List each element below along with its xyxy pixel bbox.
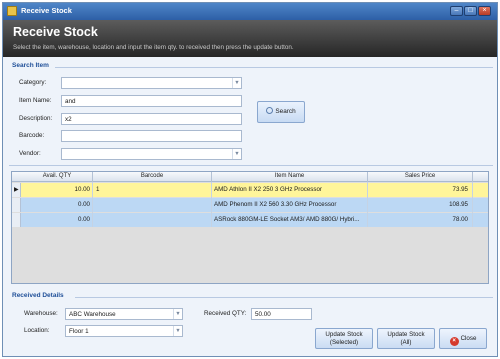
cell-item-name: AMD Phenom II X2 560 3.30 GHz Processor bbox=[214, 201, 337, 208]
item-name-label: Item Name: bbox=[19, 97, 52, 104]
column-gridline bbox=[211, 182, 212, 227]
column-separator bbox=[472, 172, 473, 182]
cell-price: 78.00 bbox=[452, 216, 468, 223]
category-label: Category: bbox=[19, 79, 47, 86]
received-divider bbox=[75, 297, 493, 298]
vendor-label: Vendor: bbox=[19, 150, 41, 157]
column-header-sales-price[interactable]: Sales Price bbox=[368, 173, 472, 179]
grid-header: Avail. QTY Barcode Item Name Sales Price bbox=[12, 172, 488, 182]
cell-qty: 0.00 bbox=[77, 216, 90, 223]
cell-barcode: 1 bbox=[96, 186, 100, 193]
update-all-sublabel: (All) bbox=[400, 338, 412, 346]
location-combo[interactable]: Floor 1 ▼ bbox=[65, 325, 183, 337]
page-title: Receive Stock bbox=[13, 25, 98, 39]
title-bar: Receive Stock – □ × bbox=[3, 3, 497, 20]
update-stock-all-button[interactable]: Update Stock (All) bbox=[377, 328, 435, 349]
row-indicator bbox=[12, 198, 21, 212]
search-divider bbox=[55, 67, 493, 68]
vendor-combo[interactable]: ▼ bbox=[61, 148, 242, 160]
cell-qty: 0.00 bbox=[77, 201, 90, 208]
cell-item-name: AMD Athlon II X2 250 3 GHz Processor bbox=[214, 186, 322, 193]
item-name-input[interactable]: and bbox=[61, 95, 242, 107]
row-indicator bbox=[12, 213, 21, 227]
row-indicator: ▶ bbox=[12, 183, 21, 197]
warehouse-label: Warehouse: bbox=[24, 310, 58, 317]
column-gridline bbox=[367, 182, 368, 227]
location-label: Location: bbox=[24, 327, 50, 334]
table-row[interactable]: ▶ 10.00 1 AMD Athlon II X2 250 3 GHz Pro… bbox=[12, 183, 488, 197]
table-row[interactable]: 0.00 ASRock 880GM-LE Socket AM3/ AMD 880… bbox=[12, 213, 488, 227]
column-header-qty[interactable]: Avail. QTY bbox=[22, 173, 92, 179]
close-window-button[interactable]: × bbox=[478, 6, 491, 16]
cell-qty: 10.00 bbox=[74, 186, 90, 193]
chevron-down-icon[interactable]: ▼ bbox=[232, 78, 241, 88]
page-header: Receive Stock Select the item, warehouse… bbox=[3, 20, 497, 57]
chevron-down-icon[interactable]: ▼ bbox=[232, 149, 241, 159]
update-selected-sublabel: (Selected) bbox=[329, 338, 359, 346]
update-selected-label: Update Stock bbox=[325, 331, 363, 338]
maximize-button[interactable]: □ bbox=[464, 6, 477, 16]
description-input[interactable]: x2 bbox=[61, 113, 242, 125]
results-grid[interactable]: Avail. QTY Barcode Item Name Sales Price… bbox=[11, 171, 489, 284]
table-row[interactable]: 0.00 AMD Phenom II X2 560 3.30 GHz Proce… bbox=[12, 198, 488, 212]
chevron-down-icon[interactable]: ▼ bbox=[173, 309, 182, 319]
column-header-barcode[interactable]: Barcode bbox=[93, 173, 211, 179]
barcode-input[interactable] bbox=[61, 130, 242, 142]
received-details-section-label: Received Details bbox=[12, 292, 64, 299]
received-qty-label: Received QTY: bbox=[204, 310, 247, 317]
minimize-button[interactable]: – bbox=[450, 6, 463, 16]
barcode-label: Barcode: bbox=[19, 132, 45, 139]
close-button-label: Close bbox=[460, 335, 477, 342]
close-button[interactable]: × Close bbox=[439, 328, 487, 349]
received-qty-input[interactable]: 50.00 bbox=[251, 308, 312, 320]
column-gridline bbox=[472, 182, 473, 227]
current-row-arrow-icon: ▶ bbox=[14, 187, 19, 193]
page-subtitle: Select the item, warehouse, location and… bbox=[13, 44, 294, 51]
cell-price: 73.95 bbox=[452, 186, 468, 193]
search-icon bbox=[266, 107, 274, 114]
update-all-label: Update Stock bbox=[387, 331, 425, 338]
search-button-label: Search bbox=[275, 108, 296, 115]
search-bottom-divider bbox=[9, 165, 493, 166]
column-header-item-name[interactable]: Item Name bbox=[212, 173, 367, 179]
window-title: Receive Stock bbox=[21, 6, 72, 15]
cell-item-name: ASRock 880GM-LE Socket AM3/ AMD 880G/ Hy… bbox=[214, 216, 360, 223]
close-icon: × bbox=[449, 337, 459, 346]
search-item-section-label: Search Item bbox=[12, 62, 49, 69]
category-combo[interactable]: ▼ bbox=[61, 77, 242, 89]
chevron-down-icon[interactable]: ▼ bbox=[173, 326, 182, 336]
description-label: Description: bbox=[19, 115, 53, 122]
cell-price: 108.95 bbox=[449, 201, 468, 208]
search-button[interactable]: Search bbox=[257, 101, 305, 123]
receive-stock-window: Receive Stock – □ × Receive Stock Select… bbox=[2, 2, 498, 357]
column-gridline bbox=[92, 182, 93, 227]
app-icon bbox=[7, 6, 17, 16]
update-stock-selected-button[interactable]: Update Stock (Selected) bbox=[315, 328, 373, 349]
warehouse-combo[interactable]: ABC Warehouse ▼ bbox=[65, 308, 183, 320]
